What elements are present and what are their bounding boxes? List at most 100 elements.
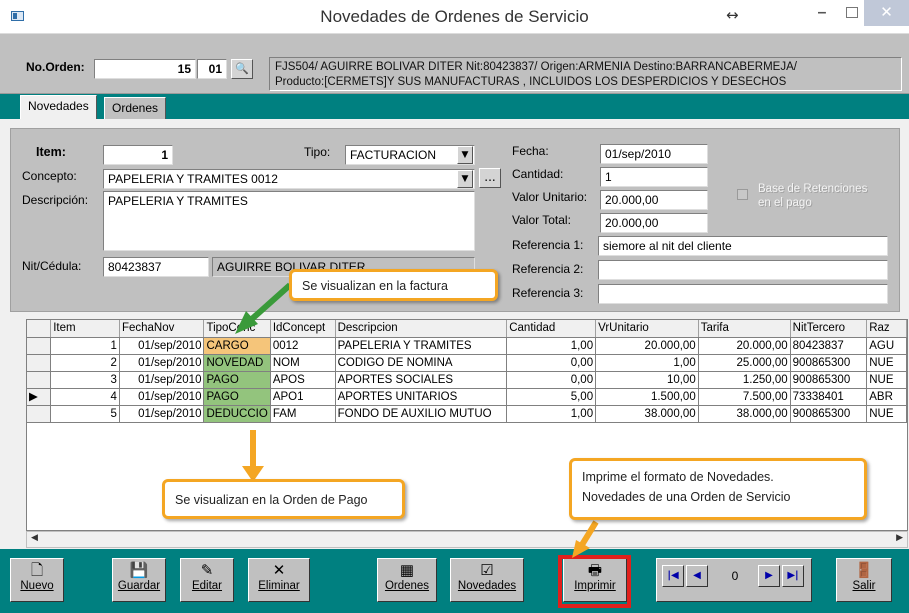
editar-button[interactable]: ✎ Editar xyxy=(180,558,234,602)
fecha-input[interactable]: 01/sep/2010 xyxy=(600,144,708,164)
grid-cell[interactable]: 0,00 xyxy=(506,354,597,372)
grid-cell[interactable]: NUE xyxy=(866,371,907,389)
grid-cell[interactable]: 25.000,00 xyxy=(698,354,791,372)
table-row[interactable]: 2 01/sep/2010 NOVEDAD NOM CODIGO DE NOMI… xyxy=(27,354,907,372)
grid-cell[interactable]: FONDO DE AUXILIO MUTUO xyxy=(335,405,508,423)
grid-cell[interactable]: NUE xyxy=(866,405,907,423)
grid-cell[interactable]: 01/sep/2010 xyxy=(119,371,205,389)
grid-cell[interactable]: 2 xyxy=(50,354,120,372)
grid-cell[interactable]: CODIGO DE NOMINA xyxy=(335,354,508,372)
grid-cell[interactable]: PAGO xyxy=(203,388,271,406)
grid-cell[interactable]: 38.000,00 xyxy=(698,405,791,423)
close-button[interactable]: ✕ xyxy=(864,0,909,26)
grid-cell[interactable]: 38.000,00 xyxy=(595,405,699,423)
cantidad-input[interactable]: 1 xyxy=(600,167,708,187)
row-selector-current[interactable]: ▶ xyxy=(27,388,52,406)
grid-cell[interactable]: 900865300 xyxy=(790,354,868,372)
grid-cell[interactable]: 01/sep/2010 xyxy=(119,405,205,423)
grid-cell[interactable]: 1.500,00 xyxy=(595,388,699,406)
grid-cell[interactable]: FAM xyxy=(270,405,336,423)
grid-cell[interactable]: NOM xyxy=(270,354,336,372)
resize-arrows-icon[interactable]: ↔ xyxy=(726,6,739,24)
valor-unitario-input[interactable]: 20.000,00 xyxy=(600,190,708,210)
grid-cell[interactable]: 4 xyxy=(50,388,120,406)
grid-cell[interactable]: DEDUCCIO xyxy=(203,405,271,423)
grid-cell[interactable]: 3 xyxy=(50,371,120,389)
grid-cell[interactable]: 80423837 xyxy=(790,337,868,355)
scroll-right-icon[interactable]: ▶ xyxy=(896,533,903,543)
grid-cell[interactable]: ABR xyxy=(866,388,907,406)
grid-cell[interactable]: 1,00 xyxy=(595,354,699,372)
grid-cell[interactable]: APOS xyxy=(270,371,336,389)
concepto-lookup-button[interactable]: ... xyxy=(479,168,501,188)
tab-ordenes[interactable]: Ordenes xyxy=(104,97,167,119)
minimize-button[interactable]: – xyxy=(810,0,834,26)
row-selector[interactable] xyxy=(27,354,52,372)
row-selector[interactable] xyxy=(27,405,52,423)
order-suffix-input[interactable]: 01 xyxy=(197,59,227,79)
prev-record-button[interactable]: ◀ xyxy=(686,565,708,587)
grid-cell[interactable]: APO1 xyxy=(270,388,336,406)
grid-cell[interactable]: 900865300 xyxy=(790,405,868,423)
horizontal-scrollbar[interactable]: ◀ ▶ xyxy=(26,531,908,548)
grid-cell[interactable]: AGU xyxy=(866,337,907,355)
grid-cell[interactable]: 10,00 xyxy=(595,371,699,389)
first-record-button[interactable]: |◀ xyxy=(662,565,684,587)
grid-cell[interactable]: PAPELERIA Y TRAMITES xyxy=(335,337,508,355)
referencia1-input[interactable]: siemore al nit del cliente xyxy=(598,236,888,256)
grid-header-cell[interactable]: Item xyxy=(50,320,120,338)
ordenes-button[interactable]: ▦ Ordenes xyxy=(377,558,437,602)
grid-cell[interactable]: NUE xyxy=(866,354,907,372)
novedades-button[interactable]: ☑ Novedades xyxy=(450,558,524,602)
grid-header-cell[interactable]: Cantidad xyxy=(506,320,597,338)
order-number-input[interactable]: 15 xyxy=(94,59,196,79)
last-record-button[interactable]: ▶| xyxy=(782,565,804,587)
table-row[interactable]: ▶ 4 01/sep/2010 PAGO APO1 APORTES UNITAR… xyxy=(27,388,907,406)
grid-cell[interactable]: 0,00 xyxy=(506,371,597,389)
guardar-button[interactable]: 💾 Guardar xyxy=(112,558,166,602)
row-selector[interactable] xyxy=(27,371,52,389)
referencia2-input[interactable] xyxy=(598,260,888,280)
row-selector[interactable] xyxy=(27,337,52,355)
maximize-button[interactable] xyxy=(840,0,864,26)
eliminar-button[interactable]: ✕ Eliminar xyxy=(248,558,310,602)
grid-header-cell[interactable]: Raz xyxy=(866,320,907,338)
tab-novedades[interactable]: Novedades xyxy=(20,95,97,119)
next-record-button[interactable]: ▶ xyxy=(758,565,780,587)
nuevo-button[interactable]: 🗋 Nuevo xyxy=(10,558,64,602)
grid-header-cell[interactable]: FechaNov xyxy=(119,320,205,338)
grid-cell[interactable]: 01/sep/2010 xyxy=(119,354,205,372)
grid-cell[interactable]: 1,00 xyxy=(506,405,597,423)
grid-cell[interactable]: 7.500,00 xyxy=(698,388,791,406)
grid-header-cell[interactable]: Tarifa xyxy=(698,320,791,338)
base-retenciones-checkbox[interactable] xyxy=(737,189,748,200)
grid-cell[interactable]: NOVEDAD xyxy=(203,354,271,372)
grid-cell[interactable]: 5,00 xyxy=(506,388,597,406)
grid-cell[interactable]: 73338401 xyxy=(790,388,868,406)
search-order-button[interactable]: 🔍 xyxy=(231,59,253,79)
scroll-left-icon[interactable]: ◀ xyxy=(31,533,38,543)
tipo-dropdown-button[interactable]: ▼ xyxy=(457,146,473,164)
concepto-select[interactable]: PAPELERIA Y TRAMITES 0012 xyxy=(103,169,475,189)
table-row[interactable]: 5 01/sep/2010 DEDUCCIO FAM FONDO DE AUXI… xyxy=(27,405,907,423)
grid-cell[interactable]: 20.000,00 xyxy=(595,337,699,355)
grid-cell[interactable]: 5 xyxy=(50,405,120,423)
table-row[interactable]: 1 01/sep/2010 CARGO 0012 PAPELERIA Y TRA… xyxy=(27,337,907,355)
grid-header-cell[interactable]: Descripcion xyxy=(335,320,508,338)
grid-cell[interactable]: 01/sep/2010 xyxy=(119,337,205,355)
grid-cell[interactable]: APORTES UNITARIOS xyxy=(335,388,508,406)
salir-button[interactable]: 🚪 Salir xyxy=(836,558,892,602)
tipo-select[interactable]: FACTURACION xyxy=(345,145,475,165)
grid-header-cell[interactable]: NitTercero xyxy=(790,320,868,338)
grid-cell[interactable]: 01/sep/2010 xyxy=(119,388,205,406)
grid-cell[interactable]: 20.000,00 xyxy=(698,337,791,355)
nit-input[interactable]: 80423837 xyxy=(103,257,209,277)
item-input[interactable]: 1 xyxy=(103,145,173,165)
grid-header-cell[interactable]: VrUnitario xyxy=(595,320,699,338)
grid-cell[interactable]: APORTES SOCIALES xyxy=(335,371,508,389)
grid-cell[interactable]: 1 xyxy=(50,337,120,355)
grid-cell[interactable]: 1,00 xyxy=(506,337,597,355)
referencia3-input[interactable] xyxy=(598,284,888,304)
grid-cell[interactable]: 900865300 xyxy=(790,371,868,389)
descripcion-textarea[interactable]: PAPELERIA Y TRAMITES xyxy=(103,191,475,251)
